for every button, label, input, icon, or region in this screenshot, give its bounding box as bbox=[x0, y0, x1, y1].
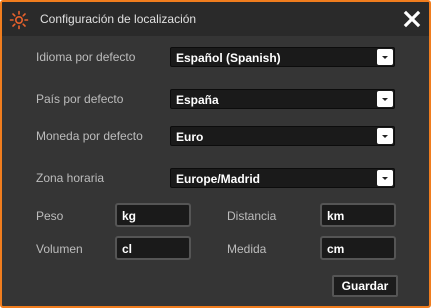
title-bar: Configuración de localización bbox=[2, 2, 429, 36]
settings-sun-icon bbox=[9, 10, 29, 30]
save-button[interactable]: Guardar bbox=[332, 275, 398, 297]
volume-field[interactable]: cl bbox=[115, 236, 191, 260]
chevron-down-icon[interactable] bbox=[377, 170, 393, 186]
volume-value: cl bbox=[122, 242, 133, 256]
distance-value: km bbox=[327, 209, 345, 223]
measure-value: cm bbox=[327, 242, 345, 256]
language-label: Idioma por defecto bbox=[36, 50, 136, 64]
country-label: País por defecto bbox=[36, 92, 124, 106]
measure-label: Medida bbox=[227, 242, 267, 256]
distance-label: Distancia bbox=[227, 209, 277, 223]
localization-settings-dialog: Configuración de localización Idioma por… bbox=[0, 0, 431, 308]
timezone-select[interactable]: Europe/Madrid bbox=[170, 168, 395, 188]
currency-select[interactable]: Euro bbox=[170, 126, 395, 146]
weight-value: kg bbox=[122, 209, 137, 223]
country-select[interactable]: España bbox=[170, 89, 395, 109]
currency-value: Euro bbox=[176, 130, 204, 144]
measure-field[interactable]: cm bbox=[320, 236, 396, 260]
weight-field[interactable]: kg bbox=[115, 203, 191, 227]
timezone-label: Zona horaria bbox=[36, 171, 105, 185]
chevron-down-icon[interactable] bbox=[377, 49, 393, 65]
weight-label: Peso bbox=[36, 209, 64, 223]
timezone-value: Europe/Madrid bbox=[176, 172, 261, 186]
close-icon[interactable] bbox=[401, 8, 423, 30]
currency-label: Moneda por defecto bbox=[36, 129, 143, 143]
language-select[interactable]: Español (Spanish) bbox=[170, 47, 395, 67]
volume-label: Volumen bbox=[36, 242, 83, 256]
chevron-down-icon[interactable] bbox=[377, 128, 393, 144]
country-value: España bbox=[176, 93, 219, 107]
distance-field[interactable]: km bbox=[320, 203, 396, 227]
dialog-title: Configuración de localización bbox=[40, 12, 197, 26]
chevron-down-icon[interactable] bbox=[377, 91, 393, 107]
language-value: Español (Spanish) bbox=[176, 51, 281, 65]
